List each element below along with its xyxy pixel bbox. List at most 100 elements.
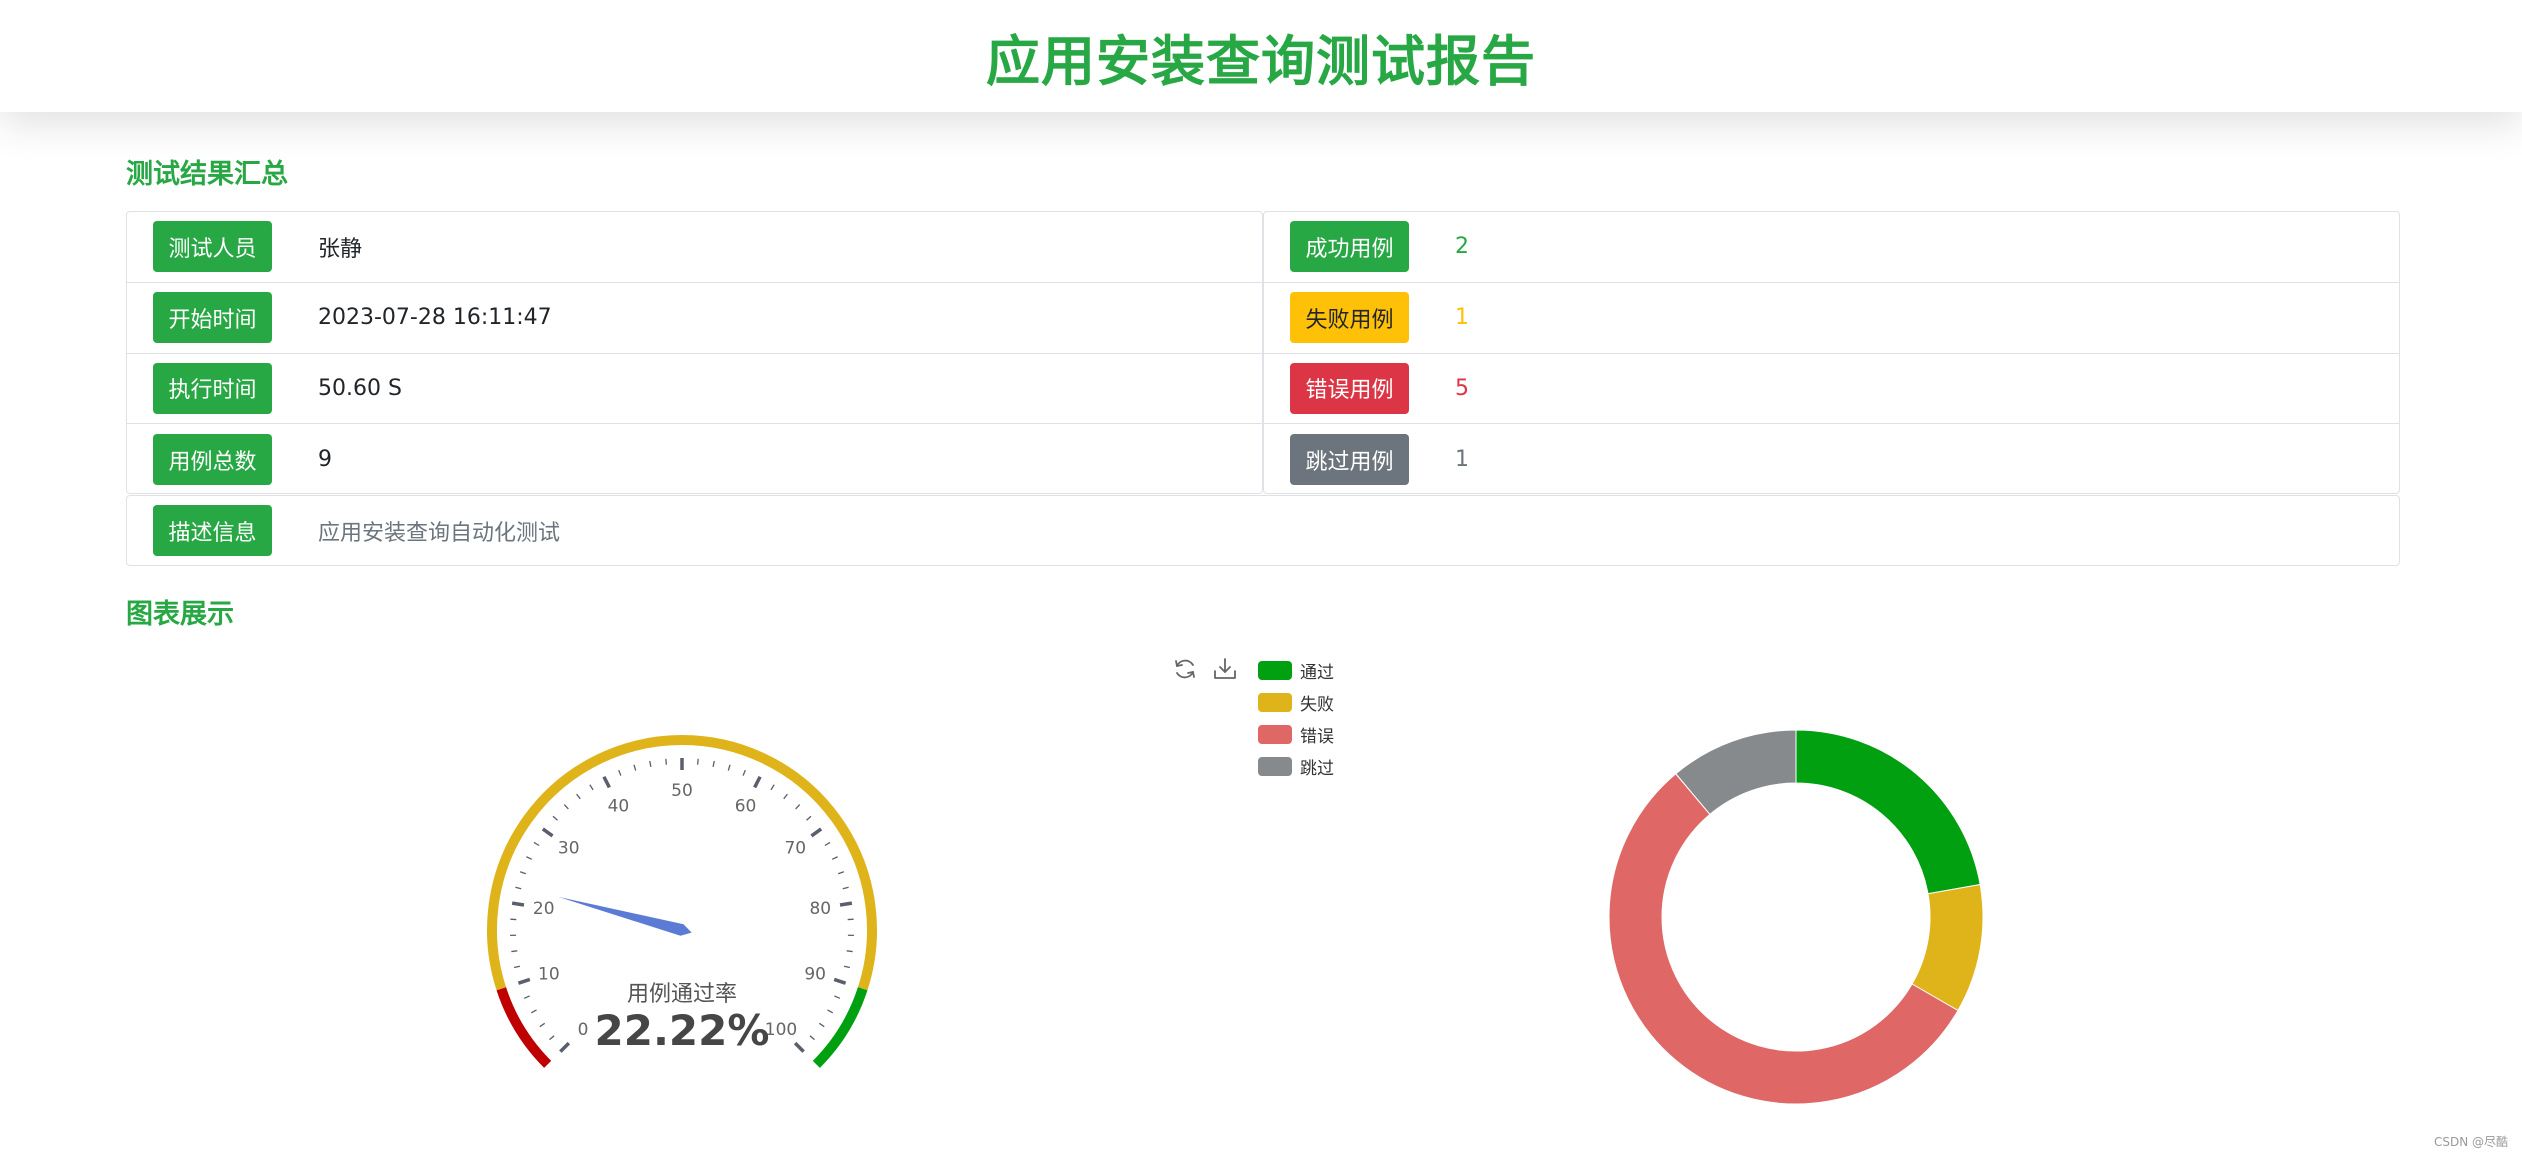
legend-item-skip[interactable]: 跳过 bbox=[1258, 750, 1334, 782]
gauge-value: 22.22% bbox=[595, 1006, 770, 1055]
legend-label-fail: 失败 bbox=[1300, 694, 1334, 715]
page-header: 应用安装查询测试报告 bbox=[0, 0, 2522, 112]
gauge-major-tick bbox=[541, 827, 554, 838]
gauge-minor-tick bbox=[549, 1035, 555, 1041]
legend-label-skip: 跳过 bbox=[1300, 758, 1334, 779]
download-icon[interactable] bbox=[1212, 656, 1238, 682]
gauge-tick-label: 0 bbox=[578, 1020, 589, 1040]
gauge-minor-tick bbox=[837, 871, 845, 875]
fail-value: 1 bbox=[1455, 305, 1469, 331]
gauge-minor-tick bbox=[576, 793, 581, 800]
gauge-major-tick bbox=[753, 775, 762, 789]
chart-toolbox bbox=[1172, 656, 1238, 682]
gauge-major-tick bbox=[511, 901, 525, 907]
gauge-minor-tick bbox=[842, 886, 849, 890]
description-card: 描述信息 应用安装查询自动化测试 bbox=[126, 495, 2400, 566]
duration-value: 50.60 S bbox=[318, 375, 402, 401]
success-badge: 成功用例 bbox=[1290, 221, 1409, 273]
success-row: 成功用例 2 bbox=[1264, 212, 2399, 283]
legend-swatch-error bbox=[1258, 724, 1292, 744]
duration-badge: 执行时间 bbox=[153, 362, 272, 414]
skip-row: 跳过用例 1 bbox=[1264, 424, 2399, 495]
gauge-tick-label: 60 bbox=[735, 796, 757, 816]
gauge-major-tick bbox=[517, 977, 531, 985]
gauge-band-1 bbox=[487, 735, 877, 991]
gauge-minor-tick bbox=[511, 950, 518, 953]
total-value: 9 bbox=[318, 447, 332, 473]
total-row: 用例总数 9 bbox=[127, 424, 1262, 495]
start-time-badge: 开始时间 bbox=[153, 292, 272, 344]
refresh-icon[interactable] bbox=[1172, 656, 1198, 682]
gauge-minor-tick bbox=[818, 1022, 825, 1028]
tester-badge: 测试人员 bbox=[153, 221, 272, 273]
gauge-minor-tick bbox=[665, 758, 668, 765]
gauge-title: 用例通过率 bbox=[627, 982, 737, 1007]
fail-badge: 失败用例 bbox=[1290, 292, 1409, 344]
duration-row: 执行时间 50.60 S bbox=[127, 354, 1262, 425]
gauge-tick-label: 80 bbox=[809, 899, 831, 919]
gauge-minor-tick bbox=[742, 769, 746, 776]
fail-row: 失败用例 1 bbox=[1264, 283, 2399, 354]
gauge-minor-tick bbox=[523, 995, 530, 999]
gauge-minor-tick bbox=[696, 758, 699, 765]
gauge-tick-label: 10 bbox=[538, 964, 560, 984]
start-time-value: 2023-07-28 16:11:47 bbox=[318, 305, 552, 331]
legend-item-fail[interactable]: 失败 bbox=[1258, 686, 1334, 718]
total-badge: 用例总数 bbox=[153, 434, 272, 486]
skip-badge: 跳过用例 bbox=[1290, 434, 1409, 486]
gauge-minor-tick bbox=[563, 804, 569, 810]
gauge-tick-label: 40 bbox=[608, 796, 630, 816]
error-badge: 错误用例 bbox=[1290, 362, 1409, 414]
gauge-minor-tick bbox=[795, 804, 801, 810]
gauge-major-tick bbox=[839, 901, 853, 907]
legend-swatch-fail bbox=[1258, 692, 1292, 712]
gauge-major-tick bbox=[833, 977, 847, 985]
gauge-minor-tick bbox=[783, 793, 788, 800]
description-row: 描述信息 应用安装查询自动化测试 bbox=[127, 496, 2399, 565]
pie-legend: 通过 失败 错误 跳过 bbox=[1258, 654, 1334, 782]
donut-slice-通过[interactable] bbox=[1795, 729, 1981, 895]
result-donut-chart bbox=[1608, 729, 1984, 1105]
gauge-minor-tick bbox=[834, 995, 841, 999]
description-badge: 描述信息 bbox=[153, 505, 272, 556]
legend-swatch-pass bbox=[1258, 660, 1292, 680]
gauge-minor-tick bbox=[827, 1009, 834, 1014]
gauge-tick-label: 20 bbox=[533, 899, 555, 919]
start-time-row: 开始时间 2023-07-28 16:11:47 bbox=[127, 283, 1262, 354]
gauge-minor-tick bbox=[530, 1009, 537, 1014]
success-value: 2 bbox=[1455, 234, 1469, 260]
error-row: 错误用例 5 bbox=[1264, 354, 2399, 425]
gauge-major-tick bbox=[602, 775, 611, 789]
description-value: 应用安装查询自动化测试 bbox=[318, 520, 561, 546]
legend-item-pass[interactable]: 通过 bbox=[1258, 654, 1334, 686]
gauge-tick-label: 50 bbox=[671, 781, 693, 801]
gauge-minor-tick bbox=[770, 784, 775, 791]
gauge-tick-label: 100 bbox=[765, 1020, 797, 1040]
page-title: 应用安装查询测试报告 bbox=[986, 29, 1536, 93]
watermark: CSDN @尽酷 bbox=[2433, 1135, 2508, 1149]
legend-label-error: 错误 bbox=[1300, 726, 1334, 747]
legend-item-error[interactable]: 错误 bbox=[1258, 718, 1334, 750]
gauge-needle bbox=[558, 896, 692, 936]
gauge-minor-tick bbox=[809, 1035, 815, 1041]
gauge-major-tick bbox=[559, 1041, 571, 1053]
gauge-minor-tick bbox=[526, 856, 533, 860]
pass-rate-gauge: 0 10 20 30 40 50 60 70 80 90 100 用例通过率22.22% bbox=[487, 735, 877, 1068]
gauge-major-tick bbox=[793, 1041, 805, 1053]
gauge-tick-label: 90 bbox=[804, 964, 826, 984]
tester-row: 测试人员 张静 bbox=[127, 212, 1262, 283]
gauge-minor-tick bbox=[846, 950, 853, 953]
gauge-minor-tick bbox=[519, 871, 527, 875]
gauge-minor-tick bbox=[533, 841, 540, 847]
gauge-minor-tick bbox=[514, 965, 521, 969]
gauge-tick-label: 30 bbox=[558, 839, 580, 859]
gauge-minor-tick bbox=[633, 764, 637, 771]
gauge-minor-tick bbox=[539, 1022, 546, 1028]
legend-label-pass: 通过 bbox=[1300, 662, 1334, 683]
summary-right-card: 成功用例 2 失败用例 1 错误用例 5 跳过用例 1 bbox=[1263, 211, 2400, 494]
skip-value: 1 bbox=[1455, 447, 1469, 473]
charts-section-title: 图表展示 bbox=[126, 599, 234, 630]
gauge-minor-tick bbox=[618, 769, 622, 776]
legend-swatch-skip bbox=[1258, 756, 1292, 776]
gauge-minor-tick bbox=[712, 760, 715, 768]
